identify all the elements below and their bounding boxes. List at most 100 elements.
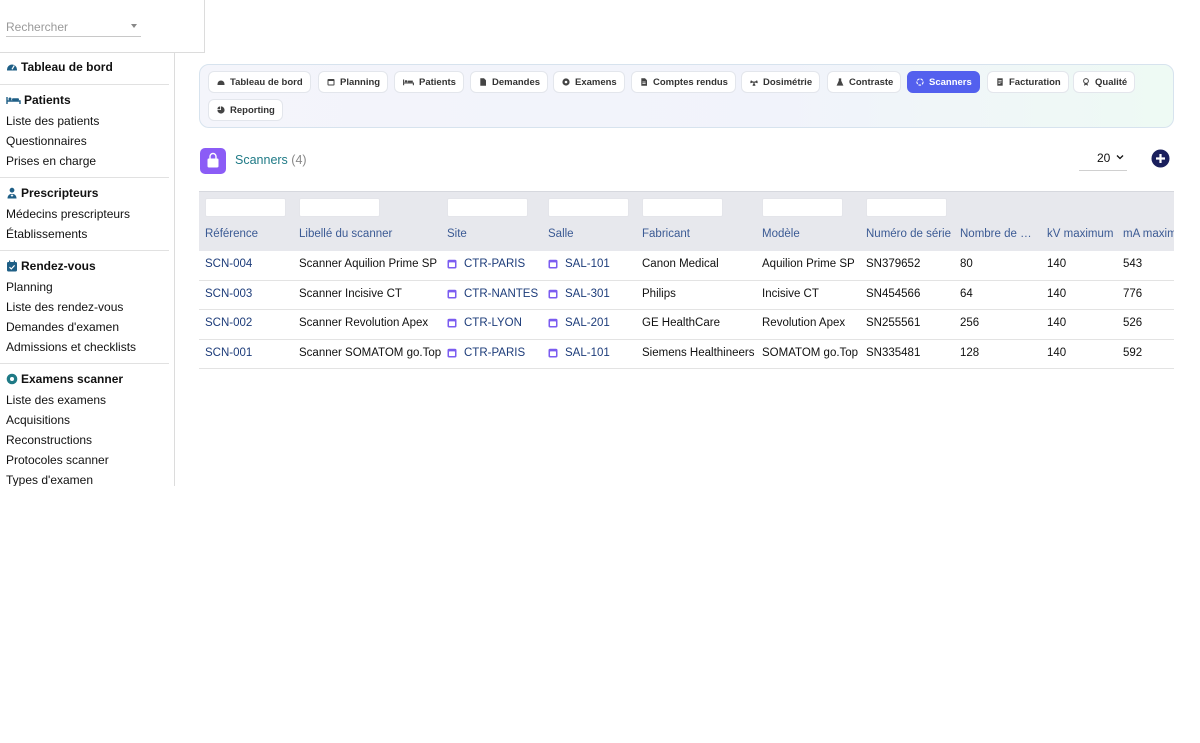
cell-site[interactable]: CTR-PARIS: [447, 347, 545, 359]
tab-planning[interactable]: Planning: [318, 71, 389, 93]
sidebar-item-care[interactable]: Prises en charge: [0, 151, 169, 171]
column-header-slices[interactable]: Nombre de barrettes: [960, 228, 1037, 240]
tab-requests[interactable]: Demandes: [470, 71, 549, 93]
tab-dosimetry[interactable]: Dosimétrie: [741, 71, 821, 93]
filter-manufacturer[interactable]: [642, 198, 723, 217]
cell-reference-text: SCN-002: [205, 317, 253, 329]
cell-label-text: Scanner SOMATOM go.Top: [299, 346, 441, 359]
sidebar-item-acquisitions[interactable]: Acquisitions: [0, 410, 169, 430]
cell-room[interactable]: SAL-201: [548, 317, 638, 329]
column-header-serial[interactable]: Numéro de série: [866, 228, 954, 240]
tab-reporting[interactable]: Reporting: [208, 99, 283, 121]
sidebar-title-dashboard[interactable]: Tableau de bord: [0, 56, 169, 78]
page-size-select[interactable]: 20: [1079, 150, 1127, 171]
search-panel: Rechercher: [0, 0, 205, 53]
cell-room[interactable]: SAL-101: [548, 347, 638, 359]
cell-slices: 80: [960, 258, 1040, 270]
tab-label: Tableau de bord: [230, 76, 303, 88]
cell-room[interactable]: SAL-301: [548, 288, 638, 300]
tab-label: Qualité: [1095, 76, 1128, 88]
sidebar-item-exam-requests[interactable]: Demandes d'examen: [0, 317, 169, 337]
table-header: Référence Libellé du scanner Site Salle …: [199, 191, 1174, 252]
sidebar-title-prescribers[interactable]: Prescripteurs: [0, 182, 169, 204]
award-icon: [1083, 78, 1089, 86]
search-input[interactable]: Rechercher: [6, 16, 141, 37]
cell-serial-text: SN379652: [866, 258, 921, 270]
add-scanner-button[interactable]: [1151, 149, 1170, 168]
column-header-kv-max[interactable]: kV maximum: [1047, 228, 1117, 240]
column-header-label[interactable]: Libellé du scanner: [299, 228, 439, 240]
sidebar-item-questionnaires[interactable]: Questionnaires: [0, 131, 169, 151]
sidebar-item-protocols[interactable]: Protocoles scanner: [0, 450, 169, 470]
cell-site-text: CTR-NANTES: [464, 287, 539, 300]
cell-room[interactable]: SAL-101: [548, 258, 638, 270]
filter-reference[interactable]: [205, 198, 286, 217]
cell-site[interactable]: CTR-NANTES: [447, 288, 545, 300]
cell-room-text: SAL-101: [565, 346, 610, 359]
sidebar-item-planning[interactable]: Planning: [0, 277, 169, 297]
cell-slices: 64: [960, 288, 1040, 300]
filter-site[interactable]: [447, 198, 528, 217]
column-header-site[interactable]: Site: [447, 228, 542, 240]
sidebar-item-admissions[interactable]: Admissions et checklists: [0, 337, 169, 357]
cell-label-text: Scanner Revolution Apex: [299, 317, 429, 329]
tab-label: Demandes: [492, 76, 541, 88]
sidebar-section-dashboard: Tableau de bord: [0, 52, 169, 85]
sidebar-title-scanner-exams[interactable]: Examens scanner: [0, 368, 169, 390]
cell-ma-max: 543: [1123, 258, 1174, 270]
tab-quality[interactable]: Qualité: [1073, 71, 1136, 93]
cell-ma-max: 526: [1123, 317, 1174, 329]
calendar-icon: [447, 289, 457, 298]
table-row[interactable]: SCN-001 Scanner SOMATOM go.Top CTR-PARIS SA…: [199, 339, 1174, 369]
tab-scanners[interactable]: Scanners: [907, 71, 980, 93]
sidebar-item-patient-list[interactable]: Liste des patients: [0, 111, 169, 131]
cell-slices: 256: [960, 317, 1040, 329]
table-row[interactable]: SCN-002 Scanner Revolution Apex CTR-LYON SA…: [199, 310, 1174, 340]
column-header-ma-max[interactable]: mA maximum: [1123, 228, 1174, 240]
filter-room[interactable]: [548, 198, 629, 217]
cell-site[interactable]: CTR-LYON: [447, 317, 545, 329]
sidebar-item-establishments[interactable]: Établissements: [0, 224, 169, 244]
cell-reference[interactable]: SCN-002: [205, 317, 293, 329]
column-header-model[interactable]: Modèle: [762, 228, 860, 240]
column-header-manufacturer[interactable]: Fabricant: [642, 228, 756, 240]
sidebar-item-reconstructions[interactable]: Reconstructions: [0, 430, 169, 450]
chevron-down-icon[interactable]: [131, 24, 137, 28]
bed-icon: [403, 79, 414, 86]
tab-dashboard[interactable]: Tableau de bord: [208, 71, 311, 93]
tab-patients[interactable]: Patients: [394, 71, 464, 93]
filter-model[interactable]: [762, 198, 843, 217]
cell-reference[interactable]: SCN-003: [205, 288, 293, 300]
cell-manufacturer: Canon Medical: [642, 258, 760, 270]
cell-reference[interactable]: SCN-004: [205, 258, 293, 270]
column-header-room[interactable]: Salle: [548, 228, 636, 240]
tab-billing[interactable]: Facturation: [987, 71, 1069, 93]
cell-label: Scanner Aquilion Prime SP: [299, 258, 441, 270]
sidebar-item-appointment-list[interactable]: Liste des rendez-vous: [0, 297, 169, 317]
sidebar-item-exam-types[interactable]: Types d'examen: [0, 470, 169, 486]
tab-label: Dosimétrie: [763, 76, 813, 88]
sidebar-title-patients[interactable]: Patients: [0, 89, 169, 111]
cell-slices-text: 80: [960, 258, 973, 270]
tab-label: Planning: [340, 76, 381, 88]
sidebar-item-prescribing-doctors[interactable]: Médecins prescripteurs: [0, 204, 169, 224]
document-icon: [480, 78, 486, 86]
tab-label: Contraste: [849, 76, 894, 88]
flask-icon: [836, 78, 844, 86]
filter-serial[interactable]: [866, 198, 947, 217]
table-row[interactable]: SCN-003 Scanner Incisive CT CTR-NANTES SAL-…: [199, 280, 1174, 310]
tab-exams[interactable]: Examens: [553, 71, 625, 93]
column-header-reference[interactable]: Référence: [205, 228, 293, 240]
cell-model-text: SOMATOM go.Top: [762, 346, 859, 359]
filter-label[interactable]: [299, 198, 380, 217]
bed-icon: [6, 97, 21, 104]
sidebar-item-exam-list[interactable]: Liste des examens: [0, 390, 169, 410]
cell-site[interactable]: CTR-PARIS: [447, 258, 545, 270]
cell-reference[interactable]: SCN-001: [205, 347, 293, 359]
cell-model: Aquilion Prime SP: [762, 258, 862, 270]
tab-contrast[interactable]: Contraste: [827, 71, 902, 93]
tab-reports[interactable]: Comptes rendus: [631, 71, 736, 93]
table-row[interactable]: SCN-004 Scanner Aquilion Prime SP CTR-PARI…: [199, 251, 1174, 281]
cell-label: Scanner SOMATOM go.Top: [299, 347, 441, 359]
sidebar-title-appointments[interactable]: Rendez-vous: [0, 255, 169, 277]
